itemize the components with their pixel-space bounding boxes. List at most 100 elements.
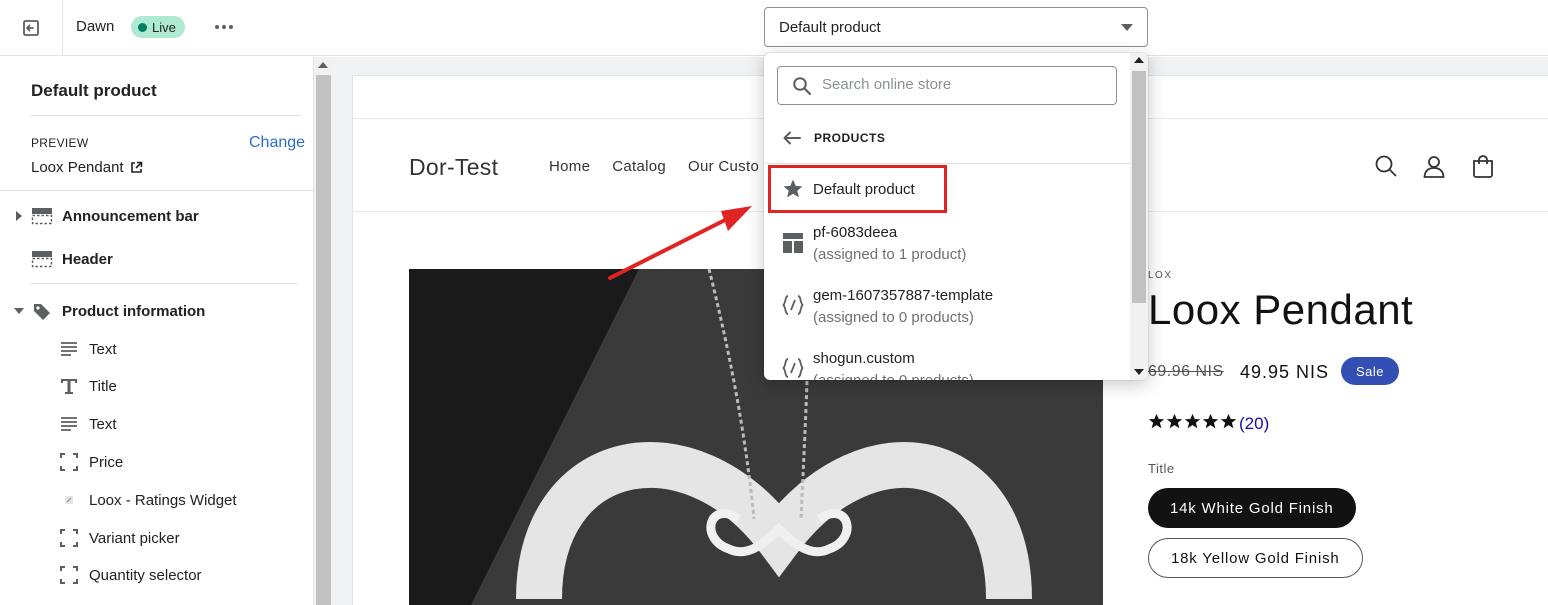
preview-product-name: Loox Pendant: [31, 159, 124, 176]
code-icon: [782, 295, 804, 315]
search-icon: [793, 77, 812, 96]
scroll-down-icon[interactable]: [1134, 369, 1144, 375]
block-label: Quantity selector: [89, 566, 202, 584]
template-option-shogun[interactable]: shogun.custom (assigned to 0 products): [764, 346, 1130, 380]
block-loox-ratings[interactable]: Loox - Ratings Widget: [0, 483, 314, 517]
block-label: Loox - Ratings Widget: [89, 491, 237, 509]
live-dot-icon: [138, 22, 147, 32]
preview-label: PREVIEW: [31, 136, 89, 150]
external-link-icon: [130, 161, 142, 173]
rating-stars: [1148, 413, 1237, 430]
search-field[interactable]: [777, 66, 1117, 105]
divider: [0, 190, 314, 191]
sale-price: 49.95 NIS: [1240, 362, 1330, 382]
nav-item[interactable]: Our Custo: [688, 158, 759, 175]
search-icon[interactable]: [1373, 153, 1399, 179]
variant-option[interactable]: 18k Yellow Gold Finish: [1148, 538, 1363, 578]
block-label: Title: [89, 377, 117, 395]
dashed-box-icon: [60, 529, 78, 547]
caret-down-icon: [1121, 24, 1133, 31]
text-lines-icon: [61, 417, 77, 431]
more-actions-button[interactable]: [210, 14, 238, 40]
change-preview-link[interactable]: Change: [249, 134, 305, 152]
star-icon: [1220, 413, 1237, 429]
layout-icon: [783, 233, 803, 253]
template-option-pf[interactable]: pf-6083deea (assigned to 1 product): [764, 221, 1130, 269]
dot-icon: [229, 25, 233, 29]
store-nav: Home Catalog Our Custo: [549, 158, 759, 175]
block-title[interactable]: Title: [0, 369, 314, 403]
sale-badge: Sale: [1341, 357, 1400, 385]
divider: [31, 115, 301, 116]
template-option-assigned: (assigned to 1 product): [813, 246, 967, 263]
block-price[interactable]: Price: [0, 445, 314, 479]
dashed-box-icon: [60, 566, 78, 584]
template-option-assigned: (assigned to 0 products): [813, 372, 974, 380]
highlight-box: [768, 165, 947, 213]
section-header[interactable]: Header: [0, 241, 314, 277]
block-label: Variant picker: [89, 529, 180, 547]
template-selector-value: Default product: [779, 18, 881, 36]
sidebar-title: Default product: [31, 81, 157, 100]
cart-icon[interactable]: [1470, 153, 1496, 179]
section-announcement-bar[interactable]: Announcement bar: [0, 198, 314, 234]
exit-button[interactable]: [0, 0, 63, 56]
scroll-up-icon[interactable]: [318, 62, 328, 68]
live-status-label: Live: [152, 19, 176, 35]
template-dropdown: PRODUCTS Default product pf-6083deea (as…: [764, 53, 1148, 380]
block-label: Text: [89, 340, 117, 358]
review-count-link[interactable]: (20): [1239, 414, 1269, 434]
dropdown-scroll-thumb[interactable]: [1132, 71, 1146, 303]
arrow-left-icon: [783, 131, 801, 145]
dropdown-scrollbar[interactable]: [1130, 53, 1148, 380]
back-to-products-button[interactable]: PRODUCTS: [782, 130, 885, 146]
editor-topbar: Dawn Live Default product: [0, 0, 1548, 56]
option-label: Title: [1148, 461, 1175, 476]
block-text[interactable]: Text: [0, 407, 314, 441]
section-product-information[interactable]: Product information: [0, 293, 314, 329]
store-name[interactable]: Dor-Test: [409, 154, 498, 181]
template-option-name: gem-1607357887-template: [813, 287, 994, 304]
section-label: Header: [62, 250, 113, 268]
template-selector[interactable]: Default product: [764, 7, 1148, 47]
block-label: Text: [89, 415, 117, 433]
theme-name: Dawn: [76, 18, 115, 35]
dashed-box-icon: [60, 453, 78, 471]
exit-icon: [23, 20, 39, 36]
template-option-name: shogun.custom: [813, 350, 915, 367]
nav-item[interactable]: Catalog: [612, 158, 666, 175]
divider: [764, 163, 1130, 164]
sidebar-scroll-thumb[interactable]: [316, 75, 331, 605]
block-text[interactable]: Text: [0, 332, 314, 366]
template-option-name: pf-6083deea: [813, 224, 898, 241]
nav-item[interactable]: Home: [549, 158, 590, 175]
expand-arrow-icon[interactable]: [16, 211, 22, 221]
star-icon: [1184, 413, 1201, 429]
dot-icon: [222, 25, 226, 29]
compare-at-price: 69.96 NIS: [1148, 363, 1224, 380]
section-icon: [31, 208, 53, 225]
variant-option-selected[interactable]: 14k White Gold Finish: [1148, 488, 1356, 528]
title-t-icon: [61, 379, 77, 394]
template-option-gem[interactable]: gem-1607357887-template (assigned to 0 p…: [764, 283, 1130, 331]
star-icon: [1202, 413, 1219, 429]
tag-icon: [34, 304, 50, 320]
star-icon: [1148, 413, 1165, 429]
preview-product-link[interactable]: Loox Pendant: [31, 159, 143, 176]
divider: [31, 283, 297, 284]
account-icon[interactable]: [1421, 153, 1447, 179]
section-label: Announcement bar: [62, 207, 199, 225]
product-title: Loox Pendant: [1148, 286, 1414, 333]
template-option-assigned: (assigned to 0 products): [813, 309, 974, 326]
live-status-badge: Live: [131, 16, 185, 38]
collapse-arrow-icon[interactable]: [14, 308, 24, 314]
block-variant-picker[interactable]: Variant picker: [0, 521, 314, 555]
search-input[interactable]: [822, 76, 1102, 93]
app-icon: [65, 496, 73, 504]
block-label: Price: [89, 453, 124, 471]
dot-icon: [215, 25, 219, 29]
block-quantity-selector[interactable]: Quantity selector: [0, 558, 314, 592]
scroll-up-icon[interactable]: [1134, 57, 1144, 63]
code-icon: [782, 358, 804, 378]
text-lines-icon: [61, 342, 77, 356]
